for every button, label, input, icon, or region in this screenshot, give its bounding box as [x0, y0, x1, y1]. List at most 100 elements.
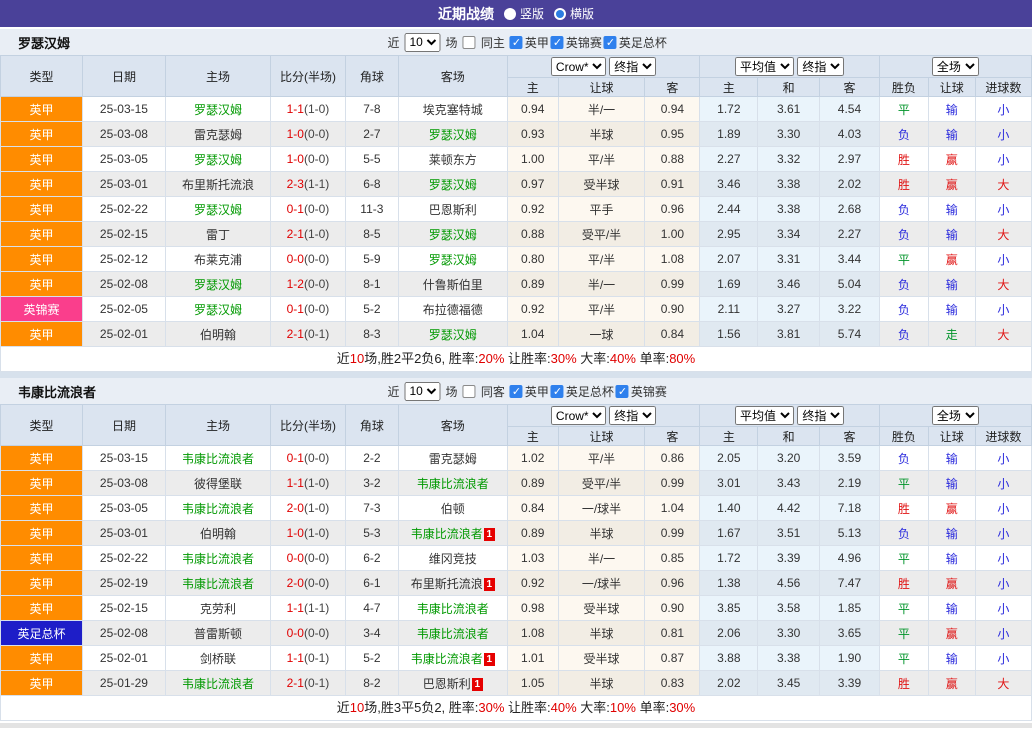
competition-filter[interactable]: 英锦赛: [551, 36, 602, 50]
layout-radio-horizontal[interactable]: 横版: [554, 5, 594, 22]
col-corner: 角球: [345, 405, 398, 446]
avg-away-odds: 2.27: [820, 222, 880, 247]
team-name: 韦康比流浪者: [0, 382, 96, 401]
match-count-select[interactable]: 10: [404, 33, 440, 52]
competition-filter[interactable]: 英足总杯: [604, 36, 667, 50]
goals-result-cell: 小: [975, 571, 1031, 596]
same-side-checkbox[interactable]: [462, 36, 475, 49]
result-scope-select[interactable]: 全场: [932, 57, 979, 76]
summary-segment: 场,胜2平2负6, 胜率:: [364, 351, 478, 366]
radio-horizontal-icon[interactable]: [554, 8, 566, 20]
result-cell: 负: [879, 446, 928, 471]
radio-vertical-label: 竖版: [520, 5, 544, 22]
goals-result-cell: 小: [975, 297, 1031, 322]
corners-cell: 5-3: [345, 521, 398, 546]
home-team-cell: 伯明翰: [165, 521, 270, 546]
fulltime-score: 1-2: [287, 277, 304, 291]
home-team-cell: 剑桥联: [165, 646, 270, 671]
competition-label: 英甲: [525, 385, 549, 399]
odds-stage-select[interactable]: 终指: [609, 406, 656, 425]
avg-away-odds: 3.65: [820, 621, 880, 646]
home-team-cell: 韦康比流浪者: [165, 571, 270, 596]
result-cell: 负: [879, 322, 928, 347]
same-side-filter[interactable]: 同客: [462, 383, 504, 400]
avg-away-odds: 5.74: [820, 322, 880, 347]
match-row: 英甲 25-02-15 克劳利 1-1(1-1) 4-7 韦康比流浪者 0.98…: [1, 596, 1032, 621]
result-cell: 负: [879, 197, 928, 222]
average-stage-select[interactable]: 终指: [797, 57, 844, 76]
team-label: 雷克瑟姆: [429, 452, 477, 466]
average-select[interactable]: 平均值: [735, 406, 794, 425]
match-count-select[interactable]: 10: [404, 382, 440, 401]
avg-draw-odds: 3.46: [758, 272, 820, 297]
match-type-cell: 英甲: [1, 322, 83, 347]
crow-home-odds: 0.92: [507, 571, 558, 596]
near-label: 近: [387, 34, 399, 51]
away-team-cell: 韦康比流浪者: [398, 471, 507, 496]
competition-checkbox[interactable]: [510, 385, 523, 398]
home-team-cell: 雷克瑟姆: [165, 122, 270, 147]
result-cell: 平: [879, 596, 928, 621]
avg-away-odds: 7.18: [820, 496, 880, 521]
match-type-cell: 英甲: [1, 172, 83, 197]
avg-home-odds: 2.05: [700, 446, 758, 471]
competition-filter[interactable]: 英足总杯: [551, 385, 614, 399]
competition-filter[interactable]: 英甲: [510, 385, 549, 399]
competition-checkbox[interactable]: [551, 385, 564, 398]
summary-segment: 20%: [478, 351, 504, 366]
team-label: 罗瑟汉姆: [194, 278, 242, 292]
competition-checkbox[interactable]: [510, 36, 523, 49]
summary-segment: 10%: [610, 700, 636, 715]
crow-home-odds: 0.89: [507, 272, 558, 297]
crow-away-odds: 0.99: [645, 521, 700, 546]
crow-away-odds: 0.90: [645, 596, 700, 621]
match-date-cell: 25-03-15: [82, 97, 165, 122]
average-select[interactable]: 平均值: [735, 57, 794, 76]
crow-home-odds: 1.02: [507, 446, 558, 471]
odds-stage-select[interactable]: 终指: [609, 57, 656, 76]
home-team-cell: 彼得堡联: [165, 471, 270, 496]
competition-checkbox[interactable]: [604, 36, 617, 49]
halftime-score: (0-0): [304, 551, 329, 565]
competition-checkbox[interactable]: [551, 36, 564, 49]
handicap-result-cell: 输: [928, 222, 975, 247]
match-type-cell: 英甲: [1, 147, 83, 172]
competition-label: 英足总杯: [619, 36, 667, 50]
team-label: 雷丁: [206, 228, 230, 242]
avg-home-odds: 2.11: [700, 297, 758, 322]
same-side-checkbox[interactable]: [462, 385, 475, 398]
halftime-score: (1-0): [304, 227, 329, 241]
corners-cell: 5-9: [345, 247, 398, 272]
avg-draw-odds: 3.51: [758, 521, 820, 546]
result-scope-select[interactable]: 全场: [932, 406, 979, 425]
match-date-cell: 25-03-15: [82, 446, 165, 471]
same-side-label: 同主: [481, 36, 505, 50]
col-type: 类型: [1, 405, 83, 446]
halftime-score: (0-0): [304, 277, 329, 291]
corners-cell: 8-2: [345, 671, 398, 696]
halftime-score: (1-0): [304, 476, 329, 490]
competition-filter[interactable]: 英锦赛: [616, 385, 667, 399]
same-side-filter[interactable]: 同主: [462, 34, 504, 51]
match-type-cell: 英足总杯: [1, 621, 83, 646]
home-team-cell: 韦康比流浪者: [165, 546, 270, 571]
match-date-cell: 25-02-08: [82, 621, 165, 646]
odds-company-select[interactable]: Crow*: [551, 57, 606, 76]
avg-away-odds: 1.90: [820, 646, 880, 671]
team-section: 罗瑟汉姆 近 10 场 同主 英甲英锦赛英足总杯: [0, 29, 1032, 372]
avg-draw-odds: 3.38: [758, 646, 820, 671]
crow-handicap: 半球: [558, 621, 645, 646]
radio-vertical-icon[interactable]: [504, 8, 516, 20]
crow-handicap: 一/球半: [558, 496, 645, 521]
odds-company-select[interactable]: Crow*: [551, 406, 606, 425]
team-label: 巴恩斯利: [423, 677, 471, 691]
avg-away-odds: 4.03: [820, 122, 880, 147]
match-date-cell: 25-02-22: [82, 546, 165, 571]
corners-cell: 8-1: [345, 272, 398, 297]
competition-checkbox[interactable]: [616, 385, 629, 398]
crow-away-odds: 0.81: [645, 621, 700, 646]
competition-filter[interactable]: 英甲: [510, 36, 549, 50]
average-stage-select[interactable]: 终指: [797, 406, 844, 425]
corners-cell: 2-2: [345, 446, 398, 471]
layout-radio-vertical[interactable]: 竖版: [504, 5, 544, 22]
